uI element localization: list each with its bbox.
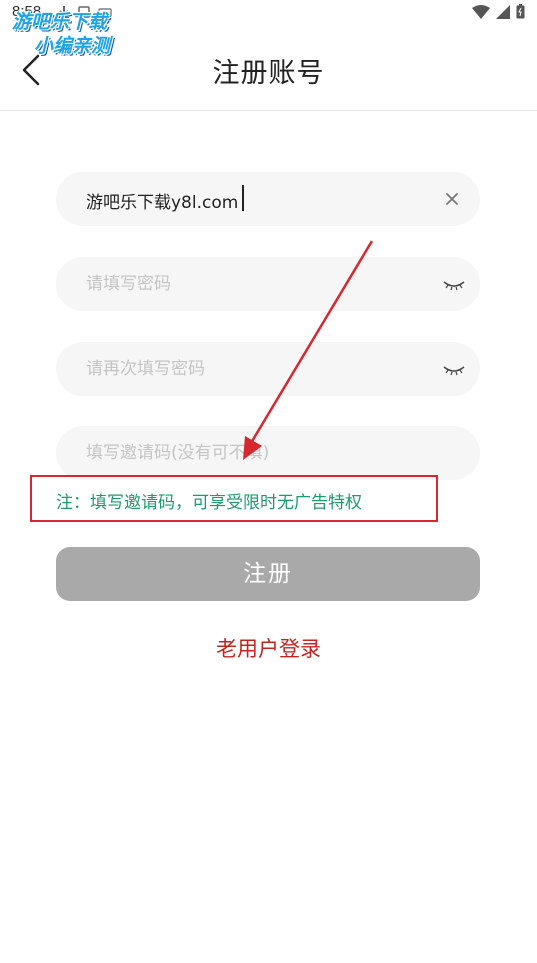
toggle-confirm-password-visibility[interactable]: [442, 359, 466, 379]
register-button[interactable]: 注册: [56, 547, 480, 601]
existing-user-login-link[interactable]: 老用户登录: [0, 633, 537, 663]
username-field-container: 游吧乐下载y8l.com: [56, 172, 480, 226]
close-icon: [446, 193, 458, 205]
signal-icon: [496, 4, 510, 23]
annotation-box: 注：填写邀请码，可享受限时无广告特权: [30, 475, 438, 522]
toggle-password-visibility[interactable]: [442, 274, 466, 294]
text-caret: [242, 185, 244, 211]
invite-code-field-container: [56, 426, 480, 480]
clear-username-button[interactable]: [440, 187, 464, 211]
page-title: 注册账号: [212, 58, 325, 89]
confirm-password-field-container: [56, 342, 480, 396]
header: 注册账号: [0, 26, 537, 111]
battery-icon: [516, 4, 525, 23]
password-field-container: [56, 257, 480, 311]
eye-closed-icon: [443, 281, 465, 291]
invite-note-text: 注：填写邀请码，可享受限时无广告特权: [56, 493, 362, 513]
password-field[interactable]: [86, 257, 426, 311]
invite-code-field[interactable]: [86, 426, 426, 480]
eye-closed-icon: [443, 366, 465, 376]
confirm-password-field[interactable]: [86, 342, 426, 396]
username-field[interactable]: 游吧乐下载y8l.com: [86, 188, 238, 213]
status-system-icons: [472, 4, 525, 23]
wifi-icon: [472, 4, 490, 23]
